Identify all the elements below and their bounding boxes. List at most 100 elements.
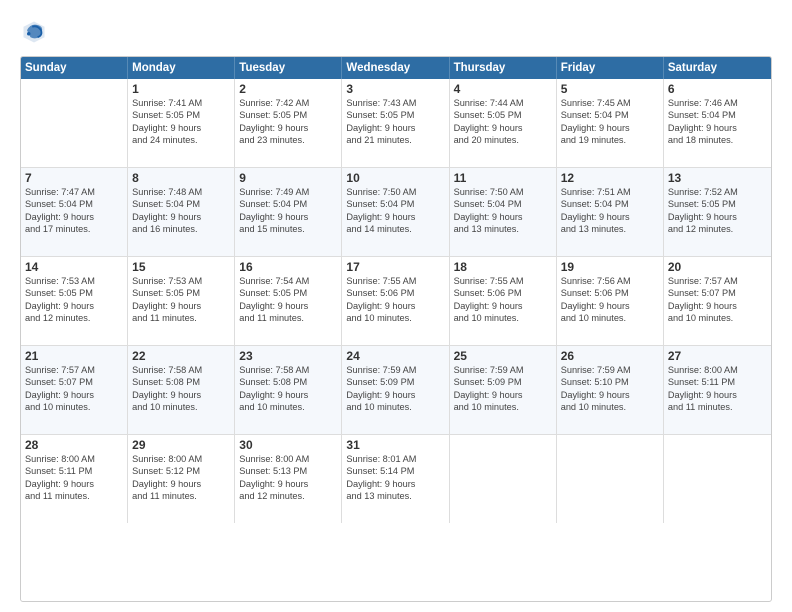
day-info: Sunrise: 8:00 AM Sunset: 5:11 PM Dayligh… [25, 453, 123, 503]
calendar-cell: 20Sunrise: 7:57 AM Sunset: 5:07 PM Dayli… [664, 257, 771, 345]
weekday-header-thursday: Thursday [450, 57, 557, 79]
day-info: Sunrise: 7:46 AM Sunset: 5:04 PM Dayligh… [668, 97, 767, 147]
day-number: 25 [454, 349, 552, 363]
calendar-cell: 30Sunrise: 8:00 AM Sunset: 5:13 PM Dayli… [235, 435, 342, 523]
day-number: 21 [25, 349, 123, 363]
day-info: Sunrise: 7:48 AM Sunset: 5:04 PM Dayligh… [132, 186, 230, 236]
day-info: Sunrise: 7:53 AM Sunset: 5:05 PM Dayligh… [25, 275, 123, 325]
calendar-row: 7Sunrise: 7:47 AM Sunset: 5:04 PM Daylig… [21, 168, 771, 257]
day-number: 24 [346, 349, 444, 363]
day-number: 15 [132, 260, 230, 274]
weekday-header-tuesday: Tuesday [235, 57, 342, 79]
weekday-header-sunday: Sunday [21, 57, 128, 79]
logo [20, 18, 52, 46]
calendar-body: 1Sunrise: 7:41 AM Sunset: 5:05 PM Daylig… [21, 79, 771, 523]
day-info: Sunrise: 7:49 AM Sunset: 5:04 PM Dayligh… [239, 186, 337, 236]
calendar-cell: 8Sunrise: 7:48 AM Sunset: 5:04 PM Daylig… [128, 168, 235, 256]
day-number: 11 [454, 171, 552, 185]
day-info: Sunrise: 8:00 AM Sunset: 5:13 PM Dayligh… [239, 453, 337, 503]
calendar-cell: 27Sunrise: 8:00 AM Sunset: 5:11 PM Dayli… [664, 346, 771, 434]
calendar-cell: 9Sunrise: 7:49 AM Sunset: 5:04 PM Daylig… [235, 168, 342, 256]
day-info: Sunrise: 8:01 AM Sunset: 5:14 PM Dayligh… [346, 453, 444, 503]
day-number: 23 [239, 349, 337, 363]
day-info: Sunrise: 7:52 AM Sunset: 5:05 PM Dayligh… [668, 186, 767, 236]
day-number: 14 [25, 260, 123, 274]
day-number: 22 [132, 349, 230, 363]
day-number: 4 [454, 82, 552, 96]
day-number: 2 [239, 82, 337, 96]
calendar-cell: 12Sunrise: 7:51 AM Sunset: 5:04 PM Dayli… [557, 168, 664, 256]
calendar-cell [21, 79, 128, 167]
calendar-cell: 28Sunrise: 8:00 AM Sunset: 5:11 PM Dayli… [21, 435, 128, 523]
day-info: Sunrise: 7:56 AM Sunset: 5:06 PM Dayligh… [561, 275, 659, 325]
calendar-cell: 16Sunrise: 7:54 AM Sunset: 5:05 PM Dayli… [235, 257, 342, 345]
day-number: 29 [132, 438, 230, 452]
day-number: 5 [561, 82, 659, 96]
calendar-cell: 29Sunrise: 8:00 AM Sunset: 5:12 PM Dayli… [128, 435, 235, 523]
weekday-header-monday: Monday [128, 57, 235, 79]
day-number: 31 [346, 438, 444, 452]
day-number: 26 [561, 349, 659, 363]
day-number: 20 [668, 260, 767, 274]
day-number: 13 [668, 171, 767, 185]
calendar-cell: 5Sunrise: 7:45 AM Sunset: 5:04 PM Daylig… [557, 79, 664, 167]
calendar-cell: 14Sunrise: 7:53 AM Sunset: 5:05 PM Dayli… [21, 257, 128, 345]
day-info: Sunrise: 7:45 AM Sunset: 5:04 PM Dayligh… [561, 97, 659, 147]
day-number: 28 [25, 438, 123, 452]
calendar-cell: 10Sunrise: 7:50 AM Sunset: 5:04 PM Dayli… [342, 168, 449, 256]
calendar-cell: 18Sunrise: 7:55 AM Sunset: 5:06 PM Dayli… [450, 257, 557, 345]
day-info: Sunrise: 7:44 AM Sunset: 5:05 PM Dayligh… [454, 97, 552, 147]
day-info: Sunrise: 7:42 AM Sunset: 5:05 PM Dayligh… [239, 97, 337, 147]
calendar-header: SundayMondayTuesdayWednesdayThursdayFrid… [21, 57, 771, 79]
header [20, 18, 772, 46]
day-info: Sunrise: 7:58 AM Sunset: 5:08 PM Dayligh… [132, 364, 230, 414]
day-info: Sunrise: 7:59 AM Sunset: 5:09 PM Dayligh… [346, 364, 444, 414]
day-number: 10 [346, 171, 444, 185]
day-info: Sunrise: 7:58 AM Sunset: 5:08 PM Dayligh… [239, 364, 337, 414]
day-number: 30 [239, 438, 337, 452]
calendar-cell: 19Sunrise: 7:56 AM Sunset: 5:06 PM Dayli… [557, 257, 664, 345]
day-number: 18 [454, 260, 552, 274]
day-number: 7 [25, 171, 123, 185]
day-info: Sunrise: 7:47 AM Sunset: 5:04 PM Dayligh… [25, 186, 123, 236]
day-number: 16 [239, 260, 337, 274]
calendar-cell: 13Sunrise: 7:52 AM Sunset: 5:05 PM Dayli… [664, 168, 771, 256]
calendar-cell: 2Sunrise: 7:42 AM Sunset: 5:05 PM Daylig… [235, 79, 342, 167]
calendar-cell: 26Sunrise: 7:59 AM Sunset: 5:10 PM Dayli… [557, 346, 664, 434]
calendar-row: 14Sunrise: 7:53 AM Sunset: 5:05 PM Dayli… [21, 257, 771, 346]
day-info: Sunrise: 8:00 AM Sunset: 5:12 PM Dayligh… [132, 453, 230, 503]
day-info: Sunrise: 7:50 AM Sunset: 5:04 PM Dayligh… [454, 186, 552, 236]
day-info: Sunrise: 8:00 AM Sunset: 5:11 PM Dayligh… [668, 364, 767, 414]
calendar-cell: 25Sunrise: 7:59 AM Sunset: 5:09 PM Dayli… [450, 346, 557, 434]
day-info: Sunrise: 7:41 AM Sunset: 5:05 PM Dayligh… [132, 97, 230, 147]
day-info: Sunrise: 7:55 AM Sunset: 5:06 PM Dayligh… [346, 275, 444, 325]
day-info: Sunrise: 7:57 AM Sunset: 5:07 PM Dayligh… [25, 364, 123, 414]
calendar-cell [557, 435, 664, 523]
calendar-cell: 3Sunrise: 7:43 AM Sunset: 5:05 PM Daylig… [342, 79, 449, 167]
day-info: Sunrise: 7:59 AM Sunset: 5:09 PM Dayligh… [454, 364, 552, 414]
calendar-cell: 22Sunrise: 7:58 AM Sunset: 5:08 PM Dayli… [128, 346, 235, 434]
day-info: Sunrise: 7:59 AM Sunset: 5:10 PM Dayligh… [561, 364, 659, 414]
calendar: SundayMondayTuesdayWednesdayThursdayFrid… [20, 56, 772, 602]
day-number: 1 [132, 82, 230, 96]
calendar-cell: 17Sunrise: 7:55 AM Sunset: 5:06 PM Dayli… [342, 257, 449, 345]
weekday-header-saturday: Saturday [664, 57, 771, 79]
calendar-row: 21Sunrise: 7:57 AM Sunset: 5:07 PM Dayli… [21, 346, 771, 435]
weekday-header-wednesday: Wednesday [342, 57, 449, 79]
calendar-row: 28Sunrise: 8:00 AM Sunset: 5:11 PM Dayli… [21, 435, 771, 523]
calendar-cell: 31Sunrise: 8:01 AM Sunset: 5:14 PM Dayli… [342, 435, 449, 523]
day-info: Sunrise: 7:55 AM Sunset: 5:06 PM Dayligh… [454, 275, 552, 325]
day-number: 17 [346, 260, 444, 274]
calendar-cell: 11Sunrise: 7:50 AM Sunset: 5:04 PM Dayli… [450, 168, 557, 256]
calendar-cell: 21Sunrise: 7:57 AM Sunset: 5:07 PM Dayli… [21, 346, 128, 434]
day-info: Sunrise: 7:54 AM Sunset: 5:05 PM Dayligh… [239, 275, 337, 325]
day-info: Sunrise: 7:51 AM Sunset: 5:04 PM Dayligh… [561, 186, 659, 236]
day-number: 12 [561, 171, 659, 185]
calendar-cell: 23Sunrise: 7:58 AM Sunset: 5:08 PM Dayli… [235, 346, 342, 434]
calendar-cell: 7Sunrise: 7:47 AM Sunset: 5:04 PM Daylig… [21, 168, 128, 256]
day-info: Sunrise: 7:57 AM Sunset: 5:07 PM Dayligh… [668, 275, 767, 325]
day-info: Sunrise: 7:53 AM Sunset: 5:05 PM Dayligh… [132, 275, 230, 325]
logo-icon [20, 18, 48, 46]
calendar-cell: 15Sunrise: 7:53 AM Sunset: 5:05 PM Dayli… [128, 257, 235, 345]
day-number: 19 [561, 260, 659, 274]
